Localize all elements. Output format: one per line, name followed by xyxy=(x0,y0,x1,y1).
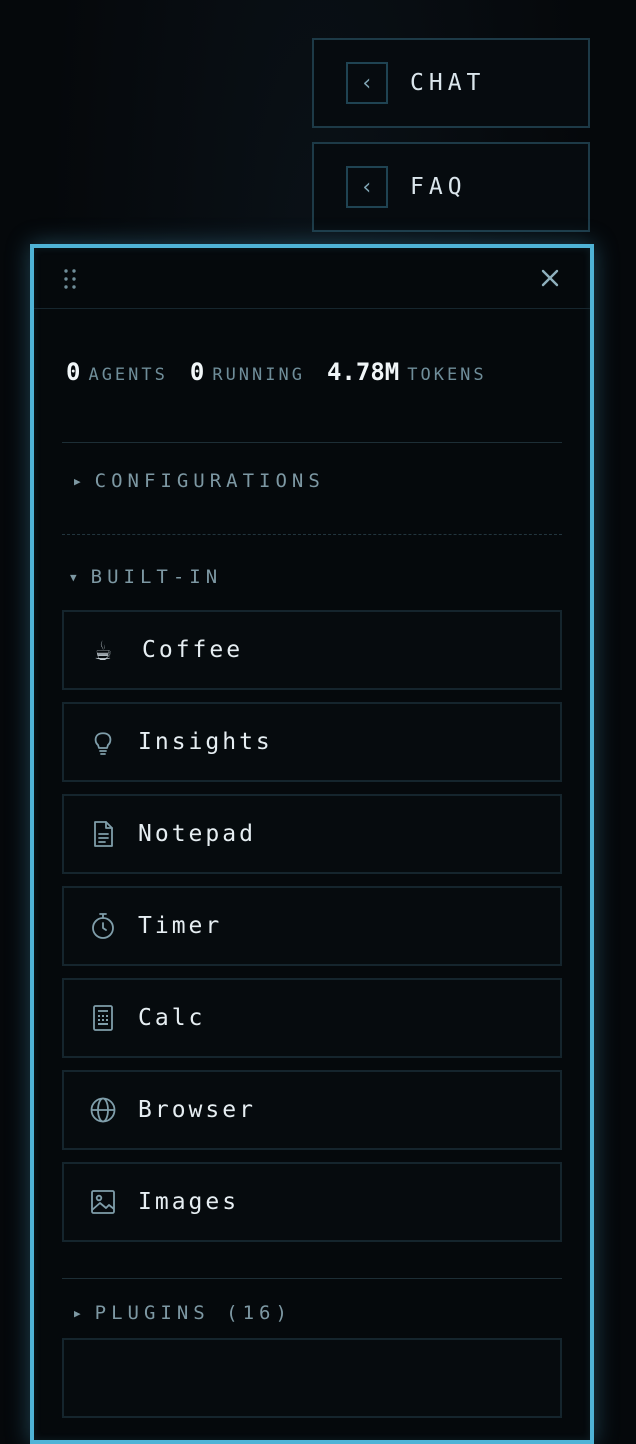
tools-panel: 0 AGENTS 0 RUNNING 4.78M TOKENS ▶ CONFIG… xyxy=(30,244,594,1444)
tool-calc[interactable]: Calc xyxy=(62,978,562,1058)
plugin-item[interactable] xyxy=(62,1338,562,1418)
close-button[interactable] xyxy=(534,262,566,294)
drag-handle-icon[interactable] xyxy=(62,268,78,290)
tool-label: Notepad xyxy=(138,821,256,847)
chevron-left-icon: ‹ xyxy=(346,62,388,104)
divider xyxy=(62,534,562,535)
globe-icon xyxy=(88,1095,118,1125)
caret-down-icon: ▼ xyxy=(70,571,77,584)
stats-bar: 0 AGENTS 0 RUNNING 4.78M TOKENS xyxy=(66,358,509,386)
built-in-section-toggle[interactable]: ▼ BUILT-IN xyxy=(74,566,222,588)
tool-images[interactable]: Images xyxy=(62,1162,562,1242)
divider xyxy=(62,1278,562,1279)
tool-label: Insights xyxy=(138,729,273,755)
divider xyxy=(62,442,562,443)
tokens-count: 4.78M xyxy=(327,358,399,386)
tool-browser[interactable]: Browser xyxy=(62,1070,562,1150)
stopwatch-icon xyxy=(88,911,118,941)
tool-label: Browser xyxy=(138,1097,256,1123)
agents-label: AGENTS xyxy=(88,365,167,385)
panel-header xyxy=(34,248,590,309)
faq-tab[interactable]: ‹ FAQ xyxy=(312,142,590,232)
running-count: 0 xyxy=(190,358,204,386)
close-icon xyxy=(541,269,559,287)
lightbulb-icon xyxy=(88,727,118,757)
tokens-label: TOKENS xyxy=(407,365,486,385)
tool-label: Calc xyxy=(138,1005,205,1031)
calculator-icon xyxy=(88,1003,118,1033)
configurations-label: CONFIGURATIONS xyxy=(95,470,325,492)
plugins-section-toggle[interactable]: ▶ PLUGINS (16) xyxy=(74,1302,292,1324)
coffee-icon: ☕ xyxy=(88,635,118,665)
tool-notepad[interactable]: Notepad xyxy=(62,794,562,874)
built-in-label: BUILT-IN xyxy=(91,566,223,588)
document-icon xyxy=(88,819,118,849)
agents-count: 0 xyxy=(66,358,80,386)
caret-right-icon: ▶ xyxy=(74,475,81,488)
tool-label: Images xyxy=(138,1189,239,1215)
tool-label: Coffee xyxy=(142,637,243,663)
tool-label: Timer xyxy=(138,913,222,939)
tool-insights[interactable]: Insights xyxy=(62,702,562,782)
tool-coffee[interactable]: ☕ Coffee xyxy=(62,610,562,690)
running-label: RUNNING xyxy=(212,365,305,385)
chevron-left-icon: ‹ xyxy=(346,166,388,208)
faq-tab-label: FAQ xyxy=(410,174,467,200)
configurations-section-toggle[interactable]: ▶ CONFIGURATIONS xyxy=(74,470,325,492)
chat-tab[interactable]: ‹ CHAT xyxy=(312,38,590,128)
tool-timer[interactable]: Timer xyxy=(62,886,562,966)
caret-right-icon: ▶ xyxy=(74,1307,81,1320)
image-icon xyxy=(88,1187,118,1217)
plugins-label: PLUGINS (16) xyxy=(95,1302,292,1324)
chat-tab-label: CHAT xyxy=(410,70,485,96)
